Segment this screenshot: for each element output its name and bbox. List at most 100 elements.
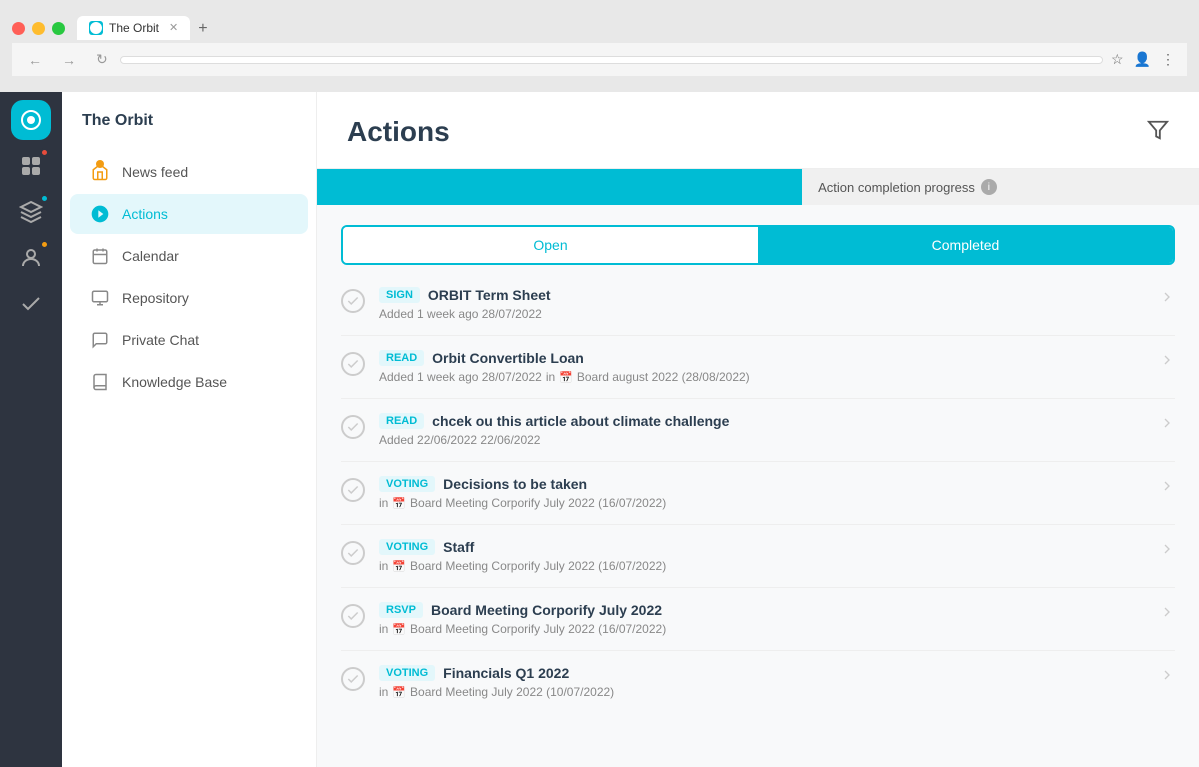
- back-button[interactable]: ←: [24, 50, 46, 70]
- action-tag: RSVP: [379, 602, 423, 618]
- action-name: Financials Q1 2022: [443, 665, 569, 681]
- check-icon: [341, 604, 365, 628]
- info-icon[interactable]: i: [981, 179, 997, 195]
- sidebar-label-actions: Actions: [122, 206, 168, 222]
- chevron-right-icon: [1159, 413, 1175, 436]
- check-icon: [341, 352, 365, 376]
- check-icon: [341, 289, 365, 313]
- action-item[interactable]: VOTING Decisions to be taken in 📅 Board …: [341, 462, 1175, 525]
- action-content: VOTING Financials Q1 2022 in 📅 Board Mee…: [379, 665, 1145, 699]
- action-name: Staff: [443, 539, 474, 555]
- sidebar-item-news-feed[interactable]: News feed: [70, 152, 308, 192]
- action-content: RSVP Board Meeting Corporify July 2022 i…: [379, 602, 1145, 636]
- action-item[interactable]: VOTING Staff in 📅 Board Meeting Corporif…: [341, 525, 1175, 588]
- progress-bar-fill: [317, 169, 802, 205]
- check-icon: [341, 667, 365, 691]
- check-icon: [341, 541, 365, 565]
- sidebar-label-private-chat: Private Chat: [122, 332, 199, 348]
- traffic-light-yellow[interactable]: [32, 22, 45, 35]
- browser-actions: ☆ 👤 ⋮: [1111, 51, 1175, 68]
- chevron-right-icon: [1159, 350, 1175, 373]
- tab-close-button[interactable]: ✕: [169, 21, 178, 34]
- rail-badge-red: [40, 148, 49, 157]
- action-content: SIGN ORBIT Term Sheet Added 1 week ago 2…: [379, 287, 1145, 321]
- rail-icon-app4[interactable]: [11, 238, 51, 278]
- calendar-small-icon: 📅: [559, 371, 573, 384]
- sidebar-item-actions[interactable]: Actions: [70, 194, 308, 234]
- sidebar-label-knowledge-base: Knowledge Base: [122, 374, 227, 390]
- chevron-right-icon: [1159, 476, 1175, 499]
- action-meta: in 📅 Board Meeting Corporify July 2022 (…: [379, 496, 1145, 510]
- main-header: Actions: [317, 92, 1199, 169]
- action-name: chcek ou this article about climate chal…: [432, 413, 729, 429]
- active-tab[interactable]: The Orbit ✕: [77, 16, 190, 40]
- filter-icon[interactable]: [1147, 119, 1169, 146]
- action-item[interactable]: RSVP Board Meeting Corporify July 2022 i…: [341, 588, 1175, 651]
- action-meta: Added 1 week ago 28/07/2022 in 📅 Board a…: [379, 370, 1145, 384]
- sidebar-label-repository: Repository: [122, 290, 189, 306]
- action-item[interactable]: SIGN ORBIT Term Sheet Added 1 week ago 2…: [341, 273, 1175, 336]
- browser-navigation: ← → ↻: [24, 49, 112, 70]
- url-bar[interactable]: [120, 56, 1103, 64]
- traffic-light-red[interactable]: [12, 22, 25, 35]
- action-meta: Added 22/06/2022 22/06/2022: [379, 433, 1145, 447]
- action-title-row: VOTING Financials Q1 2022: [379, 665, 1145, 681]
- action-meta: in 📅 Board Meeting Corporify July 2022 (…: [379, 559, 1145, 573]
- traffic-light-green[interactable]: [52, 22, 65, 35]
- action-tag: SIGN: [379, 287, 420, 303]
- main-content: Actions Action completion progress i Ope…: [317, 92, 1199, 767]
- forward-button[interactable]: →: [58, 50, 80, 70]
- content-wrapper: Open Completed SIGN ORBIT Term Sheet: [317, 205, 1199, 767]
- action-name: ORBIT Term Sheet: [428, 287, 551, 303]
- rail-icon-app5[interactable]: [11, 284, 51, 324]
- chevron-right-icon: [1159, 602, 1175, 625]
- calendar-icon: [90, 246, 110, 266]
- calendar-small-icon: 📅: [392, 497, 406, 510]
- action-item[interactable]: READ Orbit Convertible Loan Added 1 week…: [341, 336, 1175, 399]
- news-feed-badge: [96, 160, 104, 168]
- action-title-row: SIGN ORBIT Term Sheet: [379, 287, 1145, 303]
- calendar-small-icon: 📅: [392, 560, 406, 573]
- action-title-row: READ Orbit Convertible Loan: [379, 350, 1145, 366]
- action-title-row: VOTING Staff: [379, 539, 1145, 555]
- actions-icon: [90, 204, 110, 224]
- chevron-right-icon: [1159, 665, 1175, 688]
- action-item[interactable]: VOTING Financials Q1 2022 in 📅 Board Mee…: [341, 651, 1175, 713]
- action-tag: VOTING: [379, 539, 435, 555]
- chevron-right-icon: [1159, 539, 1175, 562]
- chevron-right-icon: [1159, 287, 1175, 310]
- action-tag: READ: [379, 413, 424, 429]
- action-item[interactable]: READ chcek ou this article about climate…: [341, 399, 1175, 462]
- action-name: Board Meeting Corporify July 2022: [431, 602, 662, 618]
- rail-icon-app2[interactable]: [11, 146, 51, 186]
- action-content: READ Orbit Convertible Loan Added 1 week…: [379, 350, 1145, 384]
- sidebar-label-news-feed: News feed: [122, 164, 188, 180]
- sidebar-item-repository[interactable]: Repository: [70, 278, 308, 318]
- tab-favicon: [89, 21, 103, 35]
- tab-open[interactable]: Open: [343, 227, 758, 263]
- sidebar-item-knowledge-base[interactable]: Knowledge Base: [70, 362, 308, 402]
- rail-icon-app3[interactable]: [11, 192, 51, 232]
- action-content: READ chcek ou this article about climate…: [379, 413, 1145, 447]
- calendar-small-icon: 📅: [392, 686, 406, 699]
- action-name: Orbit Convertible Loan: [432, 350, 584, 366]
- repository-icon: [90, 288, 110, 308]
- action-meta: in 📅 Board Meeting July 2022 (10/07/2022…: [379, 685, 1145, 699]
- tab-completed[interactable]: Completed: [758, 227, 1173, 263]
- action-content: VOTING Staff in 📅 Board Meeting Corporif…: [379, 539, 1145, 573]
- new-tab-button[interactable]: +: [190, 18, 215, 40]
- bookmark-icon[interactable]: ☆: [1111, 51, 1124, 68]
- action-title-row: READ chcek ou this article about climate…: [379, 413, 1145, 429]
- sidebar-item-private-chat[interactable]: Private Chat: [70, 320, 308, 360]
- tab-title: The Orbit: [109, 21, 159, 35]
- progress-section: Action completion progress i: [317, 169, 1199, 205]
- page-title: Actions: [347, 116, 450, 148]
- action-tag: VOTING: [379, 665, 435, 681]
- reload-button[interactable]: ↻: [92, 49, 112, 70]
- sidebar-item-calendar[interactable]: Calendar: [70, 236, 308, 276]
- sidebar-title: The Orbit: [62, 112, 316, 150]
- rail-icon-orbit[interactable]: [11, 100, 51, 140]
- actions-list: SIGN ORBIT Term Sheet Added 1 week ago 2…: [317, 265, 1199, 767]
- menu-icon[interactable]: ⋮: [1161, 51, 1175, 68]
- profile-icon[interactable]: 👤: [1134, 51, 1151, 68]
